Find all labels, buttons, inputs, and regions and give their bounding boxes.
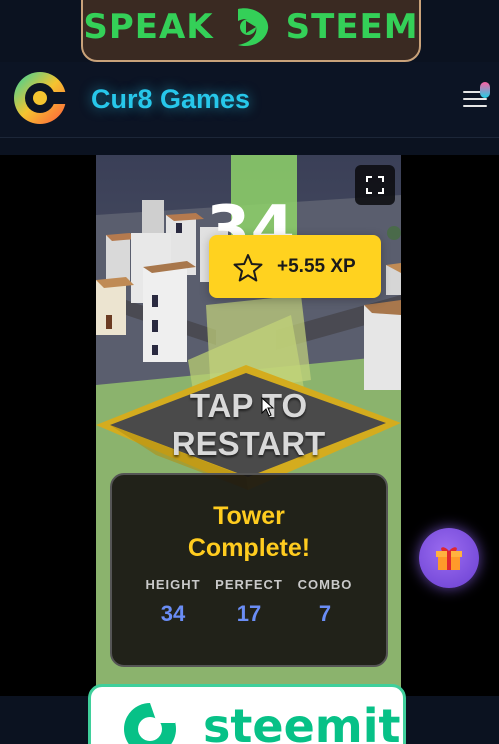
result-title: Tower Complete! <box>112 500 386 564</box>
game-canvas[interactable]: 34 +5.55 XP TAP TO RESTART Tower Complet… <box>96 155 401 696</box>
stat-height: HEIGHT 34 <box>133 577 213 627</box>
mouse-cursor-icon <box>261 397 275 417</box>
hamburger-menu-icon[interactable] <box>463 82 490 108</box>
speak-steem-banner[interactable]: SPEAK STEEM <box>81 0 421 62</box>
notification-dot <box>480 82 490 98</box>
stat-label: HEIGHT <box>145 577 201 592</box>
stat-label: COMBO <box>297 577 353 592</box>
xp-reward-badge: +5.55 XP <box>209 235 381 298</box>
restart-line-1: TAP TO <box>189 387 308 424</box>
page: SPEAK STEEM Cur8 Games 34 +5.55 XP TAP T… <box>0 0 499 744</box>
fullscreen-button[interactable] <box>355 165 395 205</box>
stat-value: 7 <box>318 601 332 626</box>
site-title[interactable]: Cur8 Games <box>91 84 250 115</box>
stat-value: 34 <box>160 601 186 626</box>
site-header: Cur8 Games <box>0 62 499 138</box>
result-panel: Tower Complete! HEIGHT 34 PERFECT 17 COM… <box>110 473 388 667</box>
cur8-logo-icon[interactable] <box>12 70 68 126</box>
restart-line-2: RESTART <box>171 425 326 462</box>
result-title-line-2: Complete! <box>187 534 311 562</box>
stat-value: 17 <box>236 601 262 626</box>
steemit-card[interactable]: steemit <box>88 684 406 744</box>
star-icon <box>233 254 263 282</box>
steem-swirl-icon <box>237 8 268 47</box>
stat-combo: COMBO 7 <box>285 577 365 627</box>
gift-button[interactable] <box>419 528 479 588</box>
fullscreen-icon <box>366 176 384 194</box>
banner-left-word: SPEAK <box>83 7 214 47</box>
xp-amount: +5.55 XP <box>277 256 356 277</box>
steemit-logo-icon <box>124 702 176 744</box>
gift-icon <box>436 547 462 570</box>
menu-line <box>463 98 487 100</box>
steemit-wordmark: steemit <box>203 699 401 744</box>
stat-label: PERFECT <box>215 577 283 592</box>
result-title-line-1: Tower <box>213 502 285 530</box>
stat-perfect: PERFECT 17 <box>209 577 289 627</box>
menu-line <box>463 105 487 107</box>
banner-right-word: STEEM <box>285 7 419 47</box>
tap-to-restart[interactable]: TAP TO RESTART <box>96 387 401 463</box>
